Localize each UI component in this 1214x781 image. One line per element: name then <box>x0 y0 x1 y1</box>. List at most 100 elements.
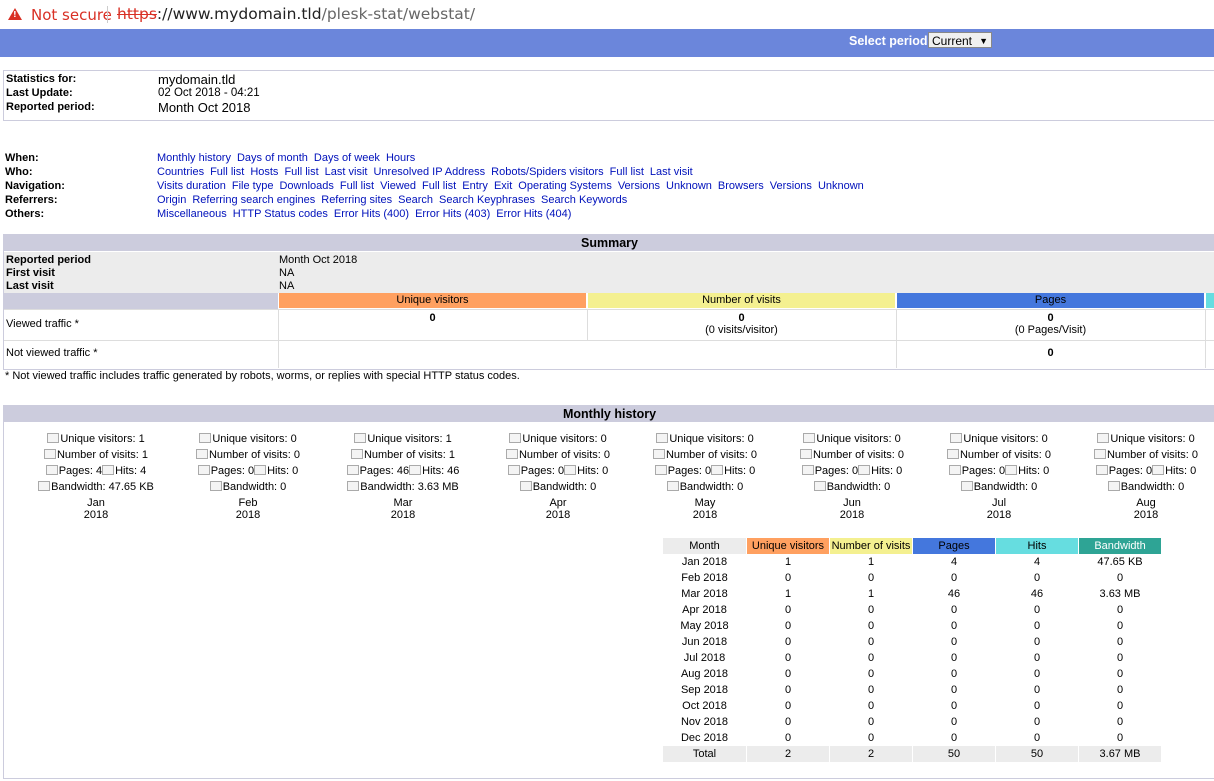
link-hosts[interactable]: Hosts <box>250 166 278 178</box>
table-cell: 2 <box>747 746 829 762</box>
link-os-versions[interactable]: Versions <box>618 180 660 192</box>
not-secure-label[interactable]: Not secure <box>31 6 112 24</box>
link-browsers[interactable]: Browsers <box>718 180 764 192</box>
graph-visits-label: Number of visits: 1 <box>363 449 456 461</box>
link-countries-full-list[interactable]: Full list <box>210 166 244 178</box>
table-cell: 0 <box>867 620 875 632</box>
graph-pages-label: Pages: 0 <box>814 465 859 477</box>
graph-year-label: 2018 <box>986 509 1012 521</box>
table-cell: Jan 2018 <box>681 556 728 568</box>
graph-visits-label: Number of visits: 1 <box>56 449 149 461</box>
row-divider <box>4 309 1214 310</box>
graph-line: Number of visits: 1 <box>21 449 171 461</box>
graph-bandwidth-label: Bandwidth: 47.65 KB <box>51 481 154 493</box>
link-operating-systems[interactable]: Operating Systems <box>518 180 612 192</box>
link-viewed[interactable]: Viewed <box>380 180 416 192</box>
th-pages: Pages <box>913 538 995 554</box>
graph-year-label: 2018 <box>83 509 109 521</box>
link-visits-duration[interactable]: Visits duration <box>157 180 226 192</box>
graph-line: Pages: 4 Hits: 4 <box>21 465 171 477</box>
link-error-404[interactable]: Error Hits (404) <box>496 208 571 220</box>
link-unresolved-ip[interactable]: Unresolved IP Address <box>373 166 485 178</box>
table-cell: 0 <box>1033 572 1041 584</box>
graph-month-label: Jun <box>843 497 861 509</box>
link-miscellaneous[interactable]: Miscellaneous <box>157 208 227 220</box>
link-error-403[interactable]: Error Hits (403) <box>415 208 490 220</box>
last-visit-label: Last visit <box>6 280 54 292</box>
table-cell: Jun 2018 <box>681 636 728 648</box>
graph-unique-label: Unique visitors: 0 <box>963 433 1048 445</box>
graph-month-label: Jul <box>991 497 1007 509</box>
graph-year-label: 2018 <box>839 509 865 521</box>
link-http-status-codes[interactable]: HTTP Status codes <box>233 208 328 220</box>
table-cell: Sep 2018 <box>680 684 729 696</box>
link-referring-sites[interactable]: Referring sites <box>321 194 392 206</box>
link-browser-unknown[interactable]: Unknown <box>818 180 864 192</box>
link-os-unknown[interactable]: Unknown <box>666 180 712 192</box>
table-row: Oct 2018 0 0 0 0 0 <box>663 698 1161 714</box>
table-cell: 4 <box>1033 556 1041 568</box>
table-cell: 0 <box>1116 572 1124 584</box>
link-file-type[interactable]: File type <box>232 180 274 192</box>
when-links: Monthly history Days of month Days of week… <box>157 152 421 164</box>
url-field[interactable]: https://www.mydomain.tld/plesk-stat/webs… <box>117 5 475 23</box>
graph-hits-label: Hits: 0 <box>1018 465 1050 477</box>
broken-image-icon <box>197 465 210 475</box>
link-robots-last-visit[interactable]: Last visit <box>650 166 693 178</box>
link-search-keyphrases[interactable]: Search Keyphrases <box>439 194 535 206</box>
link-monthly-history[interactable]: Monthly history <box>157 152 231 164</box>
table-cell: 0 <box>867 700 875 712</box>
link-hours[interactable]: Hours <box>386 152 415 164</box>
table-cell: 0 <box>867 732 875 744</box>
link-entry[interactable]: Entry <box>462 180 488 192</box>
link-robots[interactable]: Robots/Spiders visitors <box>491 166 604 178</box>
table-cell: 0 <box>867 636 875 648</box>
graph-line: Number of visits: 1 <box>328 449 478 461</box>
link-downloads-full-list[interactable]: Full list <box>340 180 374 192</box>
link-viewed-full-list[interactable]: Full list <box>422 180 456 192</box>
link-search[interactable]: Search <box>398 194 433 206</box>
link-origin[interactable]: Origin <box>157 194 186 206</box>
row-divider <box>4 340 1214 341</box>
broken-image-icon <box>960 481 973 491</box>
graph-year-label: 2018 <box>545 509 571 521</box>
broken-image-icon <box>409 465 422 475</box>
table-cell: Total <box>663 746 746 762</box>
table-cell: 0 <box>867 572 875 584</box>
graph-hits-label: Hits: 0 <box>871 465 903 477</box>
graph-line: Unique visitors: 0 <box>483 433 633 445</box>
link-error-400[interactable]: Error Hits (400) <box>334 208 409 220</box>
link-days-of-week[interactable]: Days of week <box>314 152 380 164</box>
header-unique-visitors: Unique visitors <box>279 293 586 308</box>
graph-hits-label: Hits: 0 <box>577 465 609 477</box>
graph-unique-label: Unique visitors: 0 <box>522 433 607 445</box>
broken-image-icon <box>350 449 363 459</box>
table-cell: 0 <box>950 620 958 632</box>
graph-hits-label: Hits: 4 <box>115 465 147 477</box>
link-downloads[interactable]: Downloads <box>279 180 333 192</box>
link-browser-versions[interactable]: Versions <box>770 180 812 192</box>
graph-unique-label: Unique visitors: 0 <box>669 433 754 445</box>
others-label: Others: <box>5 208 45 220</box>
broken-image-icon <box>45 465 58 475</box>
link-days-of-month[interactable]: Days of month <box>237 152 308 164</box>
link-referring-search-engines[interactable]: Referring search engines <box>192 194 315 206</box>
link-search-keywords[interactable]: Search Keywords <box>541 194 627 206</box>
link-hosts-last-visit[interactable]: Last visit <box>325 166 368 178</box>
when-label: When: <box>5 152 39 164</box>
link-countries[interactable]: Countries <box>157 166 204 178</box>
graph-bandwidth-label: Bandwidth: 0 <box>826 481 891 493</box>
graph-visits-label: Number of visits: 0 <box>208 449 301 461</box>
table-cell: 46 <box>1030 588 1044 600</box>
table-cell: 0 <box>784 572 792 584</box>
graph-visits-label: Number of visits: 0 <box>812 449 905 461</box>
table-row: Jul 2018 0 0 0 0 0 <box>663 650 1161 666</box>
broken-image-icon <box>354 433 367 443</box>
link-exit[interactable]: Exit <box>494 180 512 192</box>
link-hosts-full-list[interactable]: Full list <box>284 166 318 178</box>
link-robots-full-list[interactable]: Full list <box>610 166 644 178</box>
graph-visits-label: Number of visits: 0 <box>518 449 611 461</box>
period-select[interactable]: Current ▼ <box>928 32 992 48</box>
table-row: Jan 2018 1 1 4 4 47.65 KB <box>663 554 1161 570</box>
table-cell: 0 <box>950 700 958 712</box>
